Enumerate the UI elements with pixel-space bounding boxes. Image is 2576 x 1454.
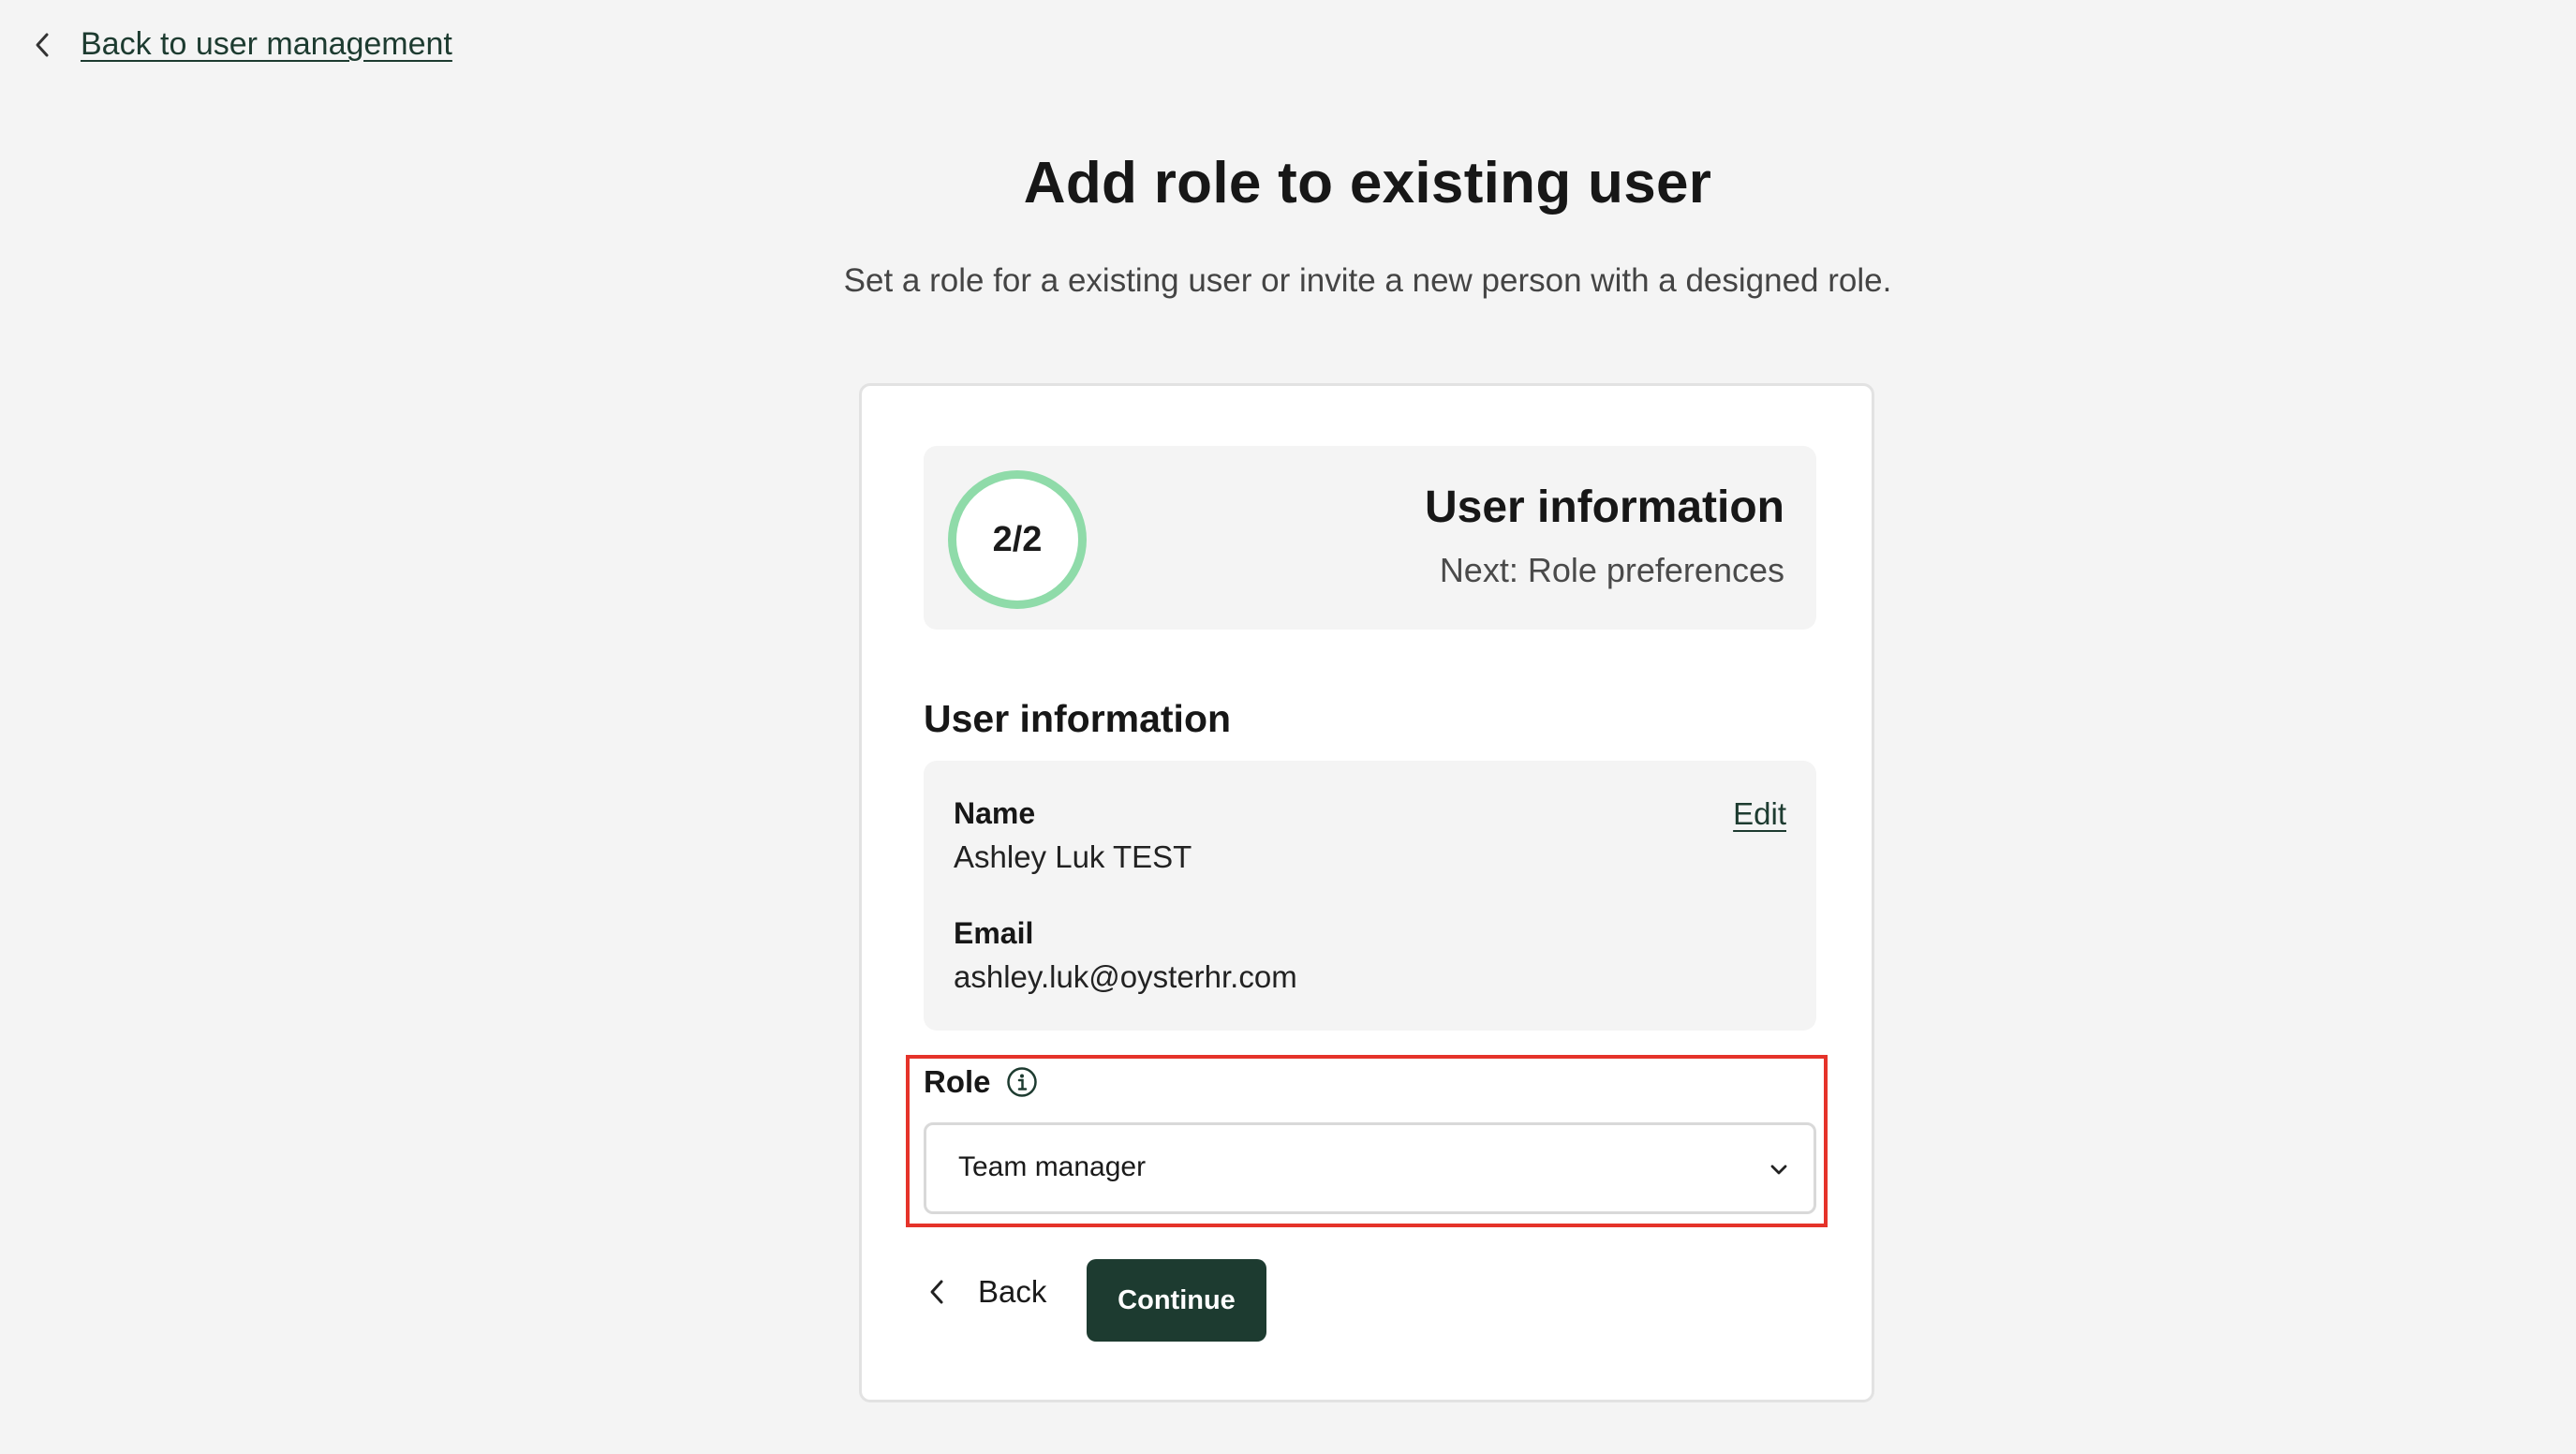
email-value: ashley.luk@oysterhr.com xyxy=(954,959,1297,994)
step-next-label: Next: Role preferences xyxy=(1439,551,1784,589)
page-title: Add role to existing user xyxy=(1023,151,1712,215)
back-link-label: Back to user management xyxy=(81,26,452,62)
step-progress-panel: 2/2 User information Next: Role preferen… xyxy=(924,446,1816,630)
form-card: 2/2 User information Next: Role preferen… xyxy=(859,383,1874,1402)
step-progress-ring: 2/2 xyxy=(948,470,1087,609)
back-to-user-management-link[interactable]: Back to user management xyxy=(32,26,452,63)
chevron-left-icon xyxy=(924,1278,950,1306)
back-button-label: Back xyxy=(978,1274,1047,1309)
name-value: Ashley Luk TEST xyxy=(954,839,1192,874)
back-button[interactable]: Back xyxy=(924,1255,1046,1328)
user-information-summary: Name Edit Ashley Luk TEST Email ashley.l… xyxy=(924,761,1816,1031)
page-subtitle: Set a role for a existing user or invite… xyxy=(843,262,1892,299)
user-information-heading: User information xyxy=(924,697,1232,740)
email-label: Email xyxy=(954,916,1034,950)
continue-button[interactable]: Continue xyxy=(1087,1259,1266,1342)
edit-link[interactable]: Edit xyxy=(1733,796,1786,832)
chevron-left-icon xyxy=(32,31,52,59)
step-title: User information xyxy=(1424,482,1784,532)
role-field-highlight xyxy=(906,1055,1828,1227)
step-progress-text: 2/2 xyxy=(992,519,1043,559)
name-label: Name xyxy=(954,796,1036,830)
